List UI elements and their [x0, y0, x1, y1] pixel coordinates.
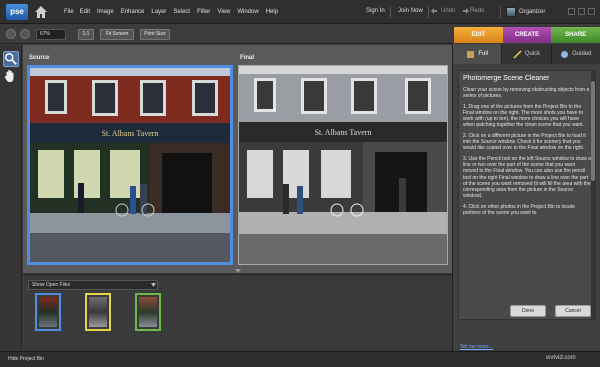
tab-guided-label: Guided	[572, 51, 592, 57]
chevron-down-icon	[151, 283, 156, 287]
menu-file[interactable]: File	[64, 9, 74, 15]
show-open-files-dropdown[interactable]: Show Open Files	[28, 280, 158, 290]
bin-thumbnail-2[interactable]	[85, 293, 111, 331]
redo-icon	[463, 8, 469, 14]
actual-pixels-button[interactable]: 1:1	[78, 29, 94, 40]
join-now-link[interactable]: Join Now	[398, 8, 423, 14]
bin-thumbnail-3[interactable]	[135, 293, 161, 331]
main-menu: File Edit Image Enhance Layer Select Fil…	[64, 0, 285, 24]
edit-subtabs: Full Quick Guided	[453, 44, 600, 64]
menu-bar: pse File Edit Image Enhance Layer Select…	[0, 0, 600, 24]
menu-enhance[interactable]: Enhance	[121, 9, 145, 15]
guide-paragraph: 2. Click on a different picture in the P…	[463, 132, 586, 152]
pub-sign: St. Albans Tavern	[102, 129, 159, 138]
zoom-level-field[interactable]: 67%	[36, 29, 66, 40]
menu-edit[interactable]: Edit	[80, 9, 90, 15]
guide-paragraph: 3. Use the Pencil tool on the left Sourc…	[463, 155, 591, 200]
source-image-window[interactable]: St. Albans Tavern	[27, 65, 233, 265]
hide-project-bin-toggle[interactable]: Hide Project Bin	[8, 356, 44, 362]
pub-sign-final: St. Albans Tavern	[315, 128, 372, 137]
brush-icon	[467, 50, 475, 58]
tab-quick[interactable]: Quick	[502, 44, 552, 64]
wand-icon	[513, 49, 522, 59]
done-button[interactable]: Done	[510, 305, 546, 317]
close-icon[interactable]	[588, 8, 595, 15]
tool-column	[0, 45, 22, 350]
options-bar: 67% 1:1 Fit Screen Print Size	[0, 25, 452, 44]
menu-image[interactable]: Image	[97, 9, 114, 15]
pub-photo-final: St. Albans Tavern	[239, 66, 447, 264]
tab-guided[interactable]: Guided	[552, 44, 600, 64]
final-image-window[interactable]: St. Albans Tavern	[238, 65, 448, 265]
zoom-out-icon[interactable]	[6, 29, 16, 39]
guide-icon	[561, 50, 569, 58]
tab-quick-label: Quick	[524, 51, 541, 57]
triangle-handle-icon[interactable]	[235, 269, 241, 273]
thumbnail-image	[139, 297, 157, 327]
final-label: Final	[240, 55, 255, 61]
fit-screen-button[interactable]: Fit Screen	[100, 29, 134, 40]
guide-paragraph: 4. Click on other photos in the Project …	[463, 203, 576, 217]
tab-create[interactable]: CREATE	[502, 27, 552, 43]
tab-full[interactable]: Full	[453, 44, 503, 64]
menu-help[interactable]: Help	[266, 9, 278, 15]
undo-button[interactable]: Undo	[441, 8, 455, 14]
thumbnail-image	[39, 297, 57, 327]
image-workspace: Source Final St. Albans Tavern St. Alban…	[23, 45, 452, 273]
guide-title: Photomerge Scene Cleaner	[463, 75, 550, 82]
tab-edit[interactable]: EDIT	[454, 27, 503, 43]
menu-layer[interactable]: Layer	[151, 9, 166, 15]
tell-me-more-link[interactable]: Tell me more...	[460, 344, 493, 350]
bin-thumbnail-1[interactable]	[35, 293, 61, 331]
zoom-in-icon[interactable]	[20, 29, 30, 39]
scrollbar-thumb[interactable]	[591, 81, 595, 181]
menu-divider	[500, 6, 501, 18]
magnifier-icon	[5, 53, 17, 65]
tab-full-label: Full	[478, 51, 488, 57]
menu-view[interactable]: View	[217, 9, 230, 15]
menu-filter[interactable]: Filter	[197, 9, 210, 15]
menu-divider	[390, 6, 391, 18]
home-icon[interactable]	[34, 5, 48, 19]
guide-paragraph: 1. Drag one of the pictures from the Pro…	[463, 103, 584, 129]
tab-share[interactable]: SHARE	[551, 27, 600, 43]
guide-scrollbar[interactable]	[591, 71, 595, 319]
bottom-bar: Hide Project Bin	[0, 351, 600, 367]
guide-text-area: Photomerge Scene Cleaner Clean your scen…	[458, 70, 596, 320]
window-controls	[565, 8, 595, 15]
hand-tool[interactable]	[3, 69, 19, 85]
menu-window[interactable]: Window	[237, 9, 258, 15]
cancel-button[interactable]: Cancel	[555, 305, 591, 317]
minimize-icon[interactable]	[568, 8, 575, 15]
hand-icon	[4, 69, 14, 83]
organizer-icon	[506, 7, 516, 17]
source-label: Source	[29, 55, 50, 61]
menu-select[interactable]: Select	[173, 9, 190, 15]
redo-button[interactable]: Redo	[470, 8, 484, 14]
watermark: wvtvid.com	[546, 355, 576, 361]
organizer-label: Organizer	[519, 9, 546, 15]
maximize-icon[interactable]	[578, 8, 585, 15]
menu-divider	[428, 6, 429, 18]
app-logo: pse	[6, 4, 28, 20]
thumbnail-image	[89, 297, 107, 327]
sign-in-link[interactable]: Sign In	[366, 8, 385, 14]
print-size-button[interactable]: Print Size	[140, 29, 170, 40]
pub-photo-source: St. Albans Tavern	[30, 68, 230, 262]
mode-tabs: EDIT CREATE SHARE	[454, 27, 600, 43]
guide-paragraph: Clean your scene by removing obstructing…	[463, 87, 590, 100]
undo-icon	[431, 8, 437, 14]
zoom-tool[interactable]	[3, 51, 19, 67]
project-bin: Show Open Files	[23, 274, 452, 350]
organizer-button[interactable]: Organizer	[506, 6, 545, 18]
